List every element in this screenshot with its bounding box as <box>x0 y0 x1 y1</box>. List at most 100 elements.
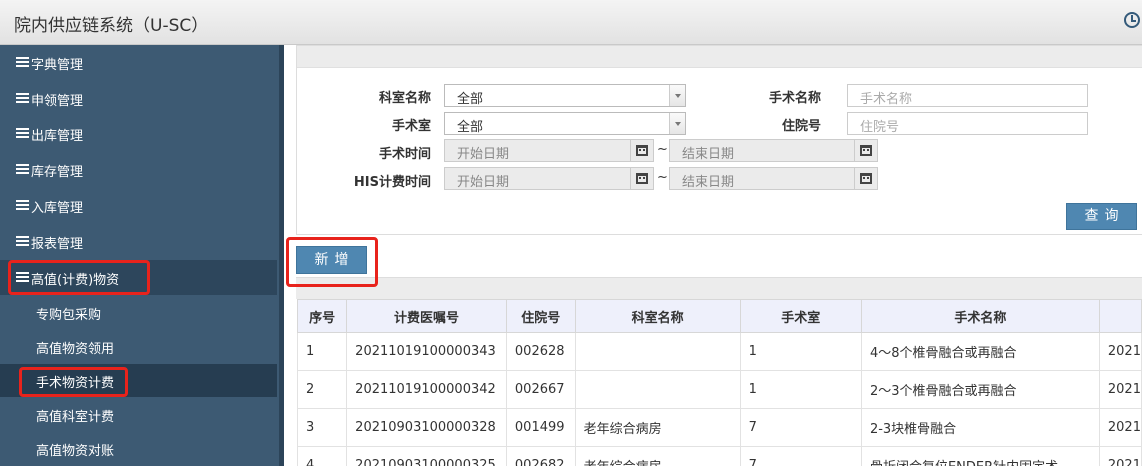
room-select[interactable]: 全部 <box>444 112 686 135</box>
room-select-value: 全部 <box>457 120 484 135</box>
table-cell: 2021 <box>1098 408 1142 447</box>
sidebar-item-label: 出库管理 <box>31 129 84 144</box>
table-cell: 老年综合病房 <box>574 408 741 447</box>
table-cell: 4 <box>296 446 348 466</box>
table-row[interactable]: 2 20211019100000342 002667 1 2～3个椎骨融合或再融… <box>296 370 1142 409</box>
sidebar-item-high-value[interactable]: 高值(计费)物资 <box>0 260 277 295</box>
query-button-label: 查询 <box>1084 208 1125 224</box>
table-cell: 002628 <box>505 332 576 371</box>
table-cell: 1 <box>296 332 348 371</box>
sidebar-item-label: 入库管理 <box>31 201 84 216</box>
dept-label: 科室名称 <box>378 91 431 106</box>
table-cell: 20211019100000342 <box>346 370 507 409</box>
table-cell: 002682 <box>505 446 576 466</box>
table-cell: 4～8个椎骨融合或再融合 <box>860 332 1100 371</box>
calendar-button[interactable] <box>630 140 653 161</box>
add-button-label: 新增 <box>314 252 355 268</box>
table-cell: 7 <box>739 408 862 447</box>
sidebar-item-label: 高值(计费)物资 <box>31 273 120 288</box>
table-cell: 老年综合病房 <box>574 446 741 466</box>
table-cell: 002667 <box>505 370 576 409</box>
sidebar-subitem-reconciliation[interactable]: 高值物资对账 <box>0 432 277 465</box>
calendar-icon <box>860 145 872 156</box>
sidebar-item-outbound[interactable]: 出库管理 <box>0 116 277 151</box>
table-row[interactable]: 4 20210903100000325 002682 老年综合病房 7 骨折闭合… <box>296 446 1142 466</box>
calendar-button[interactable] <box>854 168 877 189</box>
inpatient-input[interactable]: 住院号 <box>847 112 1088 135</box>
calendar-button[interactable] <box>854 140 877 161</box>
his-time-label: HIS计费时间 <box>353 175 431 190</box>
table-cell: 2-3块椎骨融合 <box>860 408 1100 447</box>
table-row[interactable]: 1 20211019100000343 002628 1 4～8个椎骨融合或再融… <box>296 332 1142 371</box>
table-header-row: 序号 计费医嘱号 住院号 科室名称 手术室 手术名称 <box>296 299 1142 333</box>
sidebar-item-label: 字典管理 <box>31 58 84 73</box>
sidebar-item-label: 库存管理 <box>31 165 84 180</box>
table-cell: 20210903100000325 <box>346 446 507 466</box>
list-icon <box>16 93 29 104</box>
sidebar-item-inbound[interactable]: 入库管理 <box>0 188 277 223</box>
table-cell: 骨折闭合复位ENDER针内固定术 <box>860 446 1100 466</box>
table-cell: 3 <box>296 408 348 447</box>
table-cell <box>574 370 741 409</box>
date-range-separator: ~ <box>657 142 668 157</box>
surgery-start-placeholder: 开始日期 <box>457 147 510 162</box>
sidebar-subitem-label: 专购包采购 <box>36 308 102 323</box>
sidebar-subitem-label: 高值物资领用 <box>36 342 115 357</box>
sidebar-subitem-label: 高值物资对账 <box>36 444 115 459</box>
table-cell: 001499 <box>505 408 576 447</box>
list-icon <box>16 57 29 68</box>
his-end-date[interactable]: 结束日期 <box>669 167 878 190</box>
surgery-end-date[interactable]: 结束日期 <box>669 139 878 162</box>
filter-panel: 科室名称 全部 手术名称 手术名称 手术室 全部 住院号 住院号 手术时间 开始… <box>296 45 1142 235</box>
surgery-end-placeholder: 结束日期 <box>682 147 735 162</box>
table-cell: 2021 <box>1098 370 1142 409</box>
surgery-time-label: 手术时间 <box>378 147 431 162</box>
app-title: 院内供应链系统（U-SC） <box>14 16 209 36</box>
his-start-date[interactable]: 开始日期 <box>444 167 654 190</box>
sidebar-subitem-label: 手术物资计费 <box>36 376 115 391</box>
room-label: 手术室 <box>391 119 431 134</box>
his-start-placeholder: 开始日期 <box>457 175 510 190</box>
sidebar-subitem-special-purchase[interactable]: 专购包采购 <box>0 296 277 329</box>
add-button[interactable]: 新增 <box>296 246 367 274</box>
calendar-icon <box>860 173 872 184</box>
calendar-button[interactable] <box>630 168 653 189</box>
table-cell <box>574 332 741 371</box>
column-header-order-no[interactable]: 计费医嘱号 <box>346 299 507 333</box>
dept-select[interactable]: 全部 <box>444 84 686 107</box>
table-cell: 7 <box>739 446 862 466</box>
clock-icon[interactable] <box>1124 12 1140 28</box>
surgery-name-input[interactable]: 手术名称 <box>847 84 1088 107</box>
column-header-surgery-name[interactable]: 手术名称 <box>860 299 1100 333</box>
query-button[interactable]: 查询 <box>1066 203 1137 230</box>
sidebar-item-requisition[interactable]: 申领管理 <box>0 81 277 116</box>
column-header-index[interactable]: 序号 <box>296 299 348 333</box>
column-header-dept[interactable]: 科室名称 <box>574 299 741 333</box>
column-header-room[interactable]: 手术室 <box>739 299 862 333</box>
surgery-start-date[interactable]: 开始日期 <box>444 139 654 162</box>
column-header-date[interactable] <box>1098 299 1142 333</box>
sidebar-item-dictionary[interactable]: 字典管理 <box>0 45 277 80</box>
calendar-icon <box>636 145 648 156</box>
sidebar-subitem-high-value-requisition[interactable]: 高值物资领用 <box>0 330 277 363</box>
table-cell: 2～3个椎骨融合或再融合 <box>860 370 1100 409</box>
app-titlebar: 院内供应链系统（U-SC） <box>0 0 1142 45</box>
sidebar-item-label: 申领管理 <box>31 94 84 109</box>
sidebar-item-reports[interactable]: 报表管理 <box>0 224 277 259</box>
chevron-down-icon <box>669 85 685 106</box>
sidebar-item-inventory[interactable]: 库存管理 <box>0 152 277 187</box>
date-range-separator: ~ <box>657 170 668 185</box>
calendar-icon <box>636 173 648 184</box>
table-cell: 2021 <box>1098 332 1142 371</box>
table-row[interactable]: 3 20210903100000328 001499 老年综合病房 7 2-3块… <box>296 408 1142 447</box>
sidebar: 字典管理 申领管理 出库管理 库存管理 入库管理 报表管理 高值(计费)物资 专… <box>0 45 279 466</box>
list-icon <box>16 128 29 139</box>
sidebar-subitem-surgery-billing[interactable]: 手术物资计费 <box>0 364 277 397</box>
list-icon <box>16 200 29 211</box>
inpatient-label: 住院号 <box>781 119 821 134</box>
sidebar-subitem-dept-billing[interactable]: 高值科室计费 <box>0 398 277 431</box>
column-header-inpatient-no[interactable]: 住院号 <box>505 299 576 333</box>
his-end-placeholder: 结束日期 <box>682 175 735 190</box>
table-cell: 2021 <box>1098 446 1142 466</box>
list-icon <box>16 236 29 247</box>
